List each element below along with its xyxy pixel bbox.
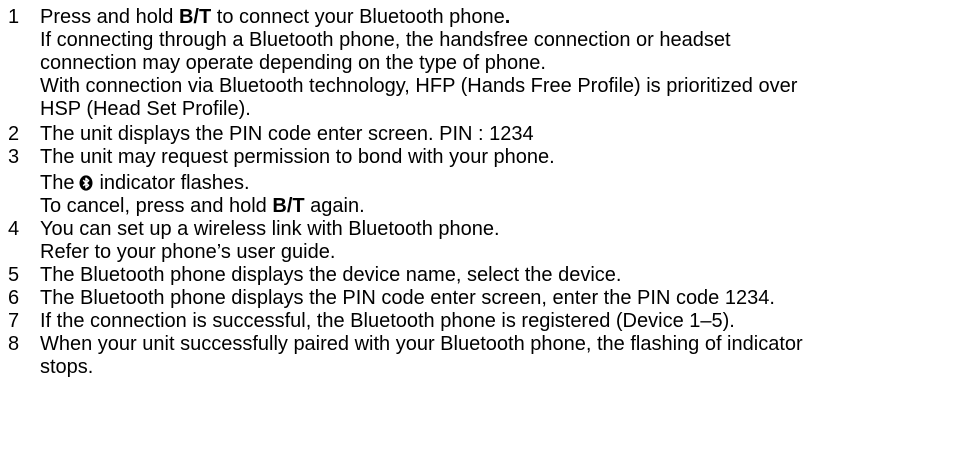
step-note: connection may operate depending on the …	[40, 52, 546, 74]
step-main-text: The Bluetooth phone displays the device …	[40, 264, 622, 286]
step-note: HSP (Head Set Profile).	[40, 98, 251, 120]
button-label-bt: B/T	[272, 195, 305, 217]
step-main-text: The Bluetooth phone displays the PIN cod…	[40, 287, 775, 309]
step-main-text: stops.	[40, 356, 94, 378]
step-note: To cancel, press and hold B/T again.	[40, 195, 365, 217]
step-number: 2	[8, 123, 20, 145]
bluetooth-icon	[79, 175, 93, 191]
step-note: The indicator flashes.	[40, 172, 250, 194]
step-main-text: When your unit successfully paired with …	[40, 333, 803, 355]
step-number: 1	[8, 6, 20, 28]
step-number: 3	[8, 146, 20, 168]
step-note: Refer to your phone’s user guide.	[40, 241, 336, 263]
step-number: 4	[8, 218, 20, 240]
step-number: 7	[8, 310, 20, 332]
instruction-list: 1 Press and hold B/T to connect your Blu…	[0, 0, 965, 470]
step-number: 6	[8, 287, 20, 309]
step-main-text: You can set up a wireless link with Blue…	[40, 218, 500, 240]
step-main-text: If the connection is successful, the Blu…	[40, 310, 735, 332]
step-number: 5	[8, 264, 20, 286]
step-note: With connection via Bluetooth technology…	[40, 75, 798, 97]
step-number: 8	[8, 333, 20, 355]
step-main-text: Press and hold B/T to connect your Bluet…	[40, 6, 511, 28]
button-label-bt: B/T	[178, 6, 212, 28]
step-main-text: The unit may request permission to bond …	[40, 146, 555, 168]
step-main-text: The unit displays the PIN code enter scr…	[40, 123, 534, 145]
step-note: If connecting through a Bluetooth phone,…	[40, 29, 731, 51]
